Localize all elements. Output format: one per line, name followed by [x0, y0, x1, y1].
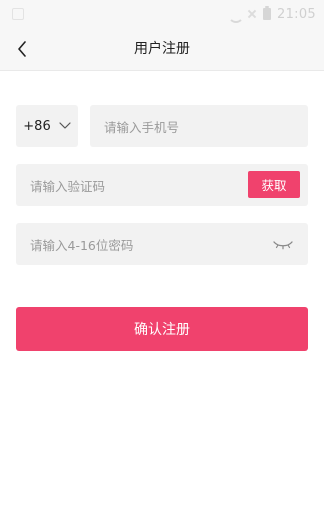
header: 用户注册: [0, 28, 324, 71]
confirm-register-label: 确认注册: [134, 322, 190, 338]
password-placeholder: 请输入4-16位密码: [30, 237, 134, 253]
status-bar: 21:05: [0, 0, 324, 28]
phone-input[interactable]: 请输入手机号: [90, 105, 308, 147]
country-code-value: +86: [23, 118, 51, 134]
password-visibility-toggle[interactable]: [272, 237, 294, 251]
page-title: 用户注册: [134, 41, 190, 57]
close-icon: [247, 9, 257, 19]
password-input[interactable]: 请输入4-16位密码: [16, 223, 308, 265]
eye-closed-icon: [273, 241, 293, 250]
wifi-icon: [227, 8, 241, 20]
confirm-register-button[interactable]: 确认注册: [16, 307, 308, 351]
status-left-icon: [12, 8, 24, 20]
verification-code-input[interactable]: 请输入验证码 获取: [16, 164, 308, 206]
code-placeholder: 请输入验证码: [30, 178, 106, 194]
get-code-label: 获取: [261, 178, 287, 193]
phone-row: +86 请输入手机号: [16, 105, 308, 147]
status-icons: 21:05: [227, 6, 316, 22]
battery-icon: [263, 6, 272, 20]
get-code-button[interactable]: 获取: [248, 171, 300, 198]
country-code-select[interactable]: +86: [16, 105, 78, 147]
registration-form: +86 请输入手机号 请输入验证码 获取 请输入4-16位密码: [16, 105, 308, 265]
chevron-down-icon: [59, 120, 71, 132]
status-time: 21:05: [277, 6, 316, 22]
phone-placeholder: 请输入手机号: [104, 119, 180, 135]
